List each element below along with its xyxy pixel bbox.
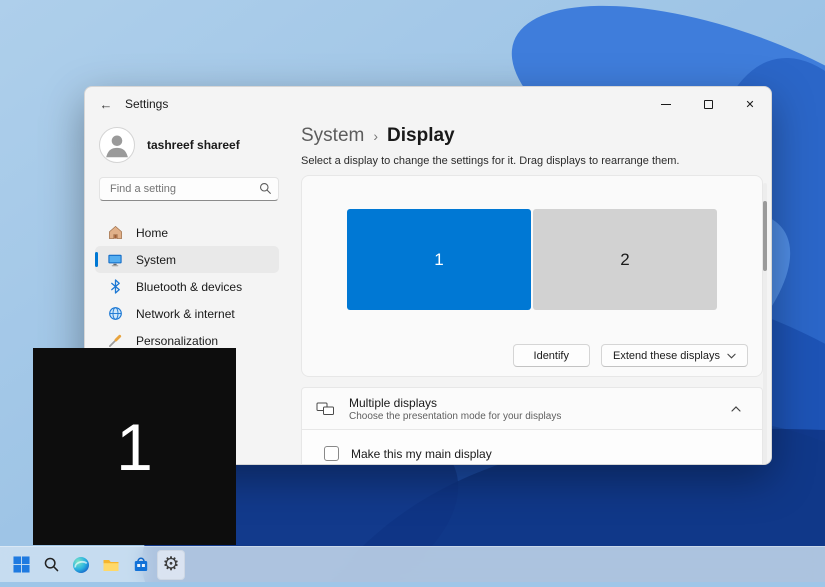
taskbar-settings-button[interactable]: ⚙: [157, 550, 185, 580]
display-panel-buttons: Identify Extend these displays: [513, 344, 748, 367]
display-arrangement-panel: 1 2 Identify Extend these displays: [301, 175, 763, 377]
user-account-row[interactable]: tashreef shareef: [95, 127, 279, 163]
monitor-1[interactable]: 1: [347, 209, 531, 310]
multiple-displays-subtitle: Choose the presentation mode for your di…: [349, 411, 561, 422]
taskbar-store-button[interactable]: [127, 550, 155, 580]
system-icon: [107, 252, 123, 268]
make-main-display-label: Make this my main display: [351, 447, 492, 461]
sidebar-item-label: Bluetooth & devices: [136, 280, 242, 294]
make-main-display-row: Make this my main display: [301, 430, 763, 465]
sidebar-item-label: Network & internet: [136, 307, 235, 321]
identify-button-label: Identify: [534, 350, 569, 362]
settings-gear-icon: ⚙: [162, 555, 179, 574]
user-name: tashreef shareef: [147, 138, 240, 152]
search-input[interactable]: [99, 177, 279, 201]
titlebar: ← Settings ✕: [85, 87, 771, 121]
chevron-up-icon: [731, 406, 741, 412]
breadcrumb-system[interactable]: System: [301, 125, 364, 147]
start-button[interactable]: [7, 550, 35, 580]
window-title: Settings: [125, 97, 168, 111]
sidebar-item-label: Home: [136, 226, 168, 240]
search-icon: [43, 556, 60, 573]
multiple-displays-card[interactable]: Multiple displays Choose the presentatio…: [301, 387, 763, 430]
sidebar-nav: Home System Bluetooth & devices: [95, 219, 279, 354]
monitor-2[interactable]: 2: [533, 209, 717, 310]
close-button[interactable]: ✕: [729, 87, 771, 121]
taskbar-edge-button[interactable]: [67, 550, 95, 580]
search-icon: [259, 182, 272, 200]
monitor-1-number: 1: [434, 250, 443, 270]
monitor-2-number: 2: [620, 250, 629, 270]
sidebar-item-label: Personalization: [136, 334, 218, 348]
sidebar-item-home[interactable]: Home: [95, 219, 279, 246]
monitor-arrangement: 1 2: [302, 176, 762, 310]
window-scrollbar[interactable]: [763, 183, 767, 465]
maximize-icon: [704, 100, 713, 109]
multiple-displays-title: Multiple displays: [349, 396, 561, 410]
extend-displays-dropdown[interactable]: Extend these displays: [601, 344, 748, 367]
breadcrumb: System › Display: [301, 125, 771, 147]
display-identify-overlay: 1: [33, 348, 236, 545]
window-controls: ✕: [645, 87, 771, 121]
identify-number: 1: [116, 409, 153, 485]
chevron-down-icon: [727, 353, 736, 359]
selection-accent-bar: [95, 252, 98, 267]
taskbar: ⚙: [0, 546, 825, 582]
multiple-displays-icon: [316, 401, 335, 417]
minimize-icon: [661, 104, 671, 105]
taskbar-file-explorer-button[interactable]: [97, 550, 125, 580]
multiple-displays-texts: Multiple displays Choose the presentatio…: [349, 396, 561, 422]
settings-main-content: System › Display Select a display to cha…: [301, 121, 771, 465]
search-box: [99, 177, 279, 201]
sidebar-item-network-internet[interactable]: Network & internet: [95, 300, 279, 327]
make-main-display-checkbox[interactable]: [324, 446, 339, 461]
microsoft-store-icon: [132, 556, 150, 574]
person-icon: [100, 128, 134, 162]
display-description: Select a display to change the settings …: [301, 155, 771, 167]
minimize-button[interactable]: [645, 87, 687, 121]
back-button[interactable]: ←: [93, 91, 119, 117]
file-explorer-icon: [102, 556, 120, 574]
sidebar-item-label: System: [136, 253, 176, 267]
network-globe-icon: [107, 306, 123, 322]
bluetooth-icon: [107, 279, 123, 295]
taskbar-search-button[interactable]: [37, 550, 65, 580]
extend-displays-label: Extend these displays: [613, 350, 720, 362]
sidebar-item-bluetooth-devices[interactable]: Bluetooth & devices: [95, 273, 279, 300]
identify-button[interactable]: Identify: [513, 344, 590, 367]
breadcrumb-separator-icon: ›: [373, 128, 378, 144]
home-icon: [107, 225, 123, 241]
edge-browser-icon: [72, 556, 90, 574]
windows-logo-icon: [13, 556, 30, 573]
sidebar-item-system[interactable]: System: [95, 246, 279, 273]
user-avatar: [99, 127, 135, 163]
collapse-section-button[interactable]: [724, 397, 748, 421]
maximize-button[interactable]: [687, 87, 729, 121]
personalization-brush-icon: [107, 333, 123, 349]
page-title: Display: [387, 125, 455, 147]
scrollbar-thumb[interactable]: [763, 201, 767, 271]
